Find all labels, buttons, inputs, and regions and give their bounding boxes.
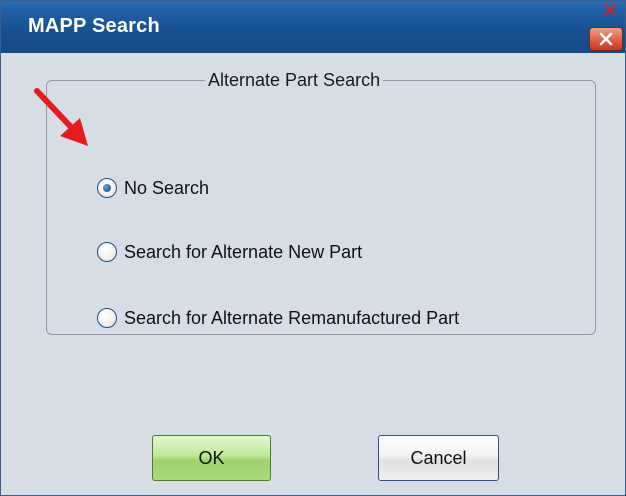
no-search-radio[interactable] [97, 178, 117, 198]
close-x-icon [599, 32, 613, 46]
alternate-new-part-option[interactable]: Search for Alternate New Part [97, 239, 362, 265]
title-bar[interactable]: MAPP Search [1, 1, 625, 53]
no-search-label[interactable]: No Search [124, 178, 209, 199]
alternate-new-part-radio[interactable] [97, 242, 117, 262]
alternate-part-search-group: Alternate Part Search No Search Search f… [46, 70, 596, 335]
window-title: MAPP Search [28, 15, 160, 37]
alternate-remanufactured-part-label[interactable]: Search for Alternate Remanufactured Part [124, 308, 459, 329]
alternate-remanufactured-part-option[interactable]: Search for Alternate Remanufactured Part [97, 305, 459, 331]
red-arrow-icon [34, 88, 88, 146]
cancel-button[interactable]: Cancel [378, 435, 499, 481]
watermark-mark-icon [603, 3, 617, 17]
alternate-remanufactured-part-radio[interactable] [97, 308, 117, 328]
close-button[interactable] [589, 27, 623, 51]
group-legend: Alternate Part Search [208, 70, 381, 90]
mapp-search-dialog: MAPP Search Alternate Part Search No Sea… [0, 0, 626, 496]
alternate-new-part-label[interactable]: Search for Alternate New Part [124, 242, 362, 263]
no-search-option[interactable]: No Search [97, 175, 209, 201]
ok-button[interactable]: OK [152, 435, 271, 481]
